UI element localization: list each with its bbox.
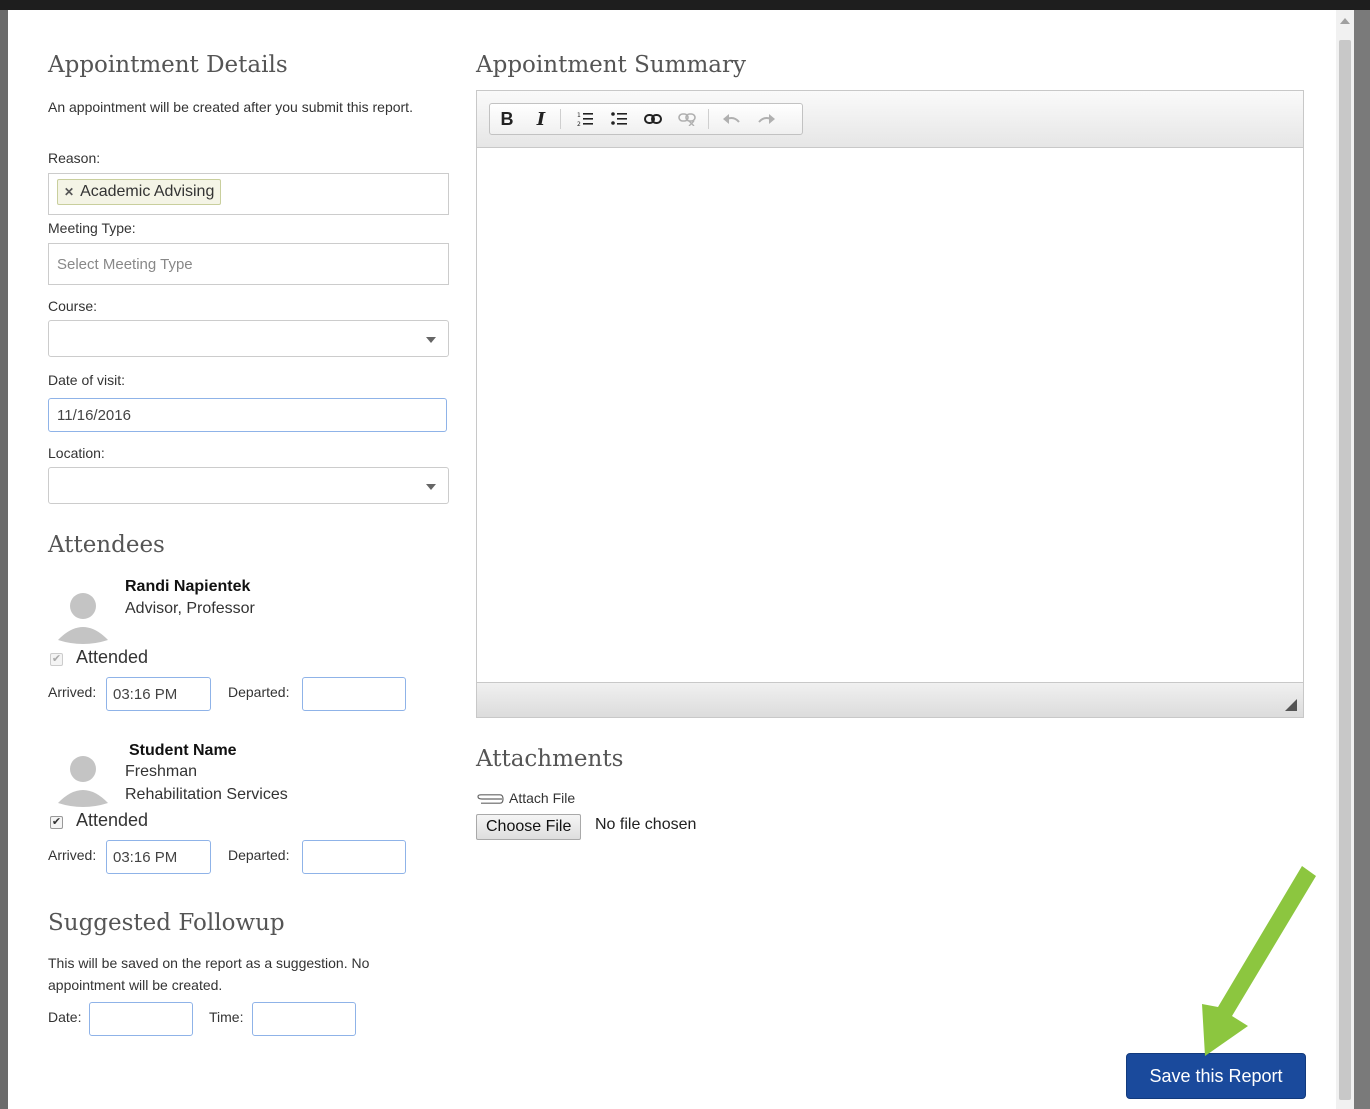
summary-editor[interactable]: B I 12 — [476, 90, 1304, 718]
course-dropdown[interactable] — [48, 320, 449, 357]
resize-handle-icon[interactable] — [1285, 699, 1297, 711]
attendee-name: Randi Napientek — [125, 578, 251, 595]
meeting-type-label: Meeting Type: — [48, 220, 136, 236]
departed-label: Departed: — [228, 684, 290, 700]
bullet-list-icon[interactable] — [602, 104, 636, 134]
attendee-class: Freshman — [125, 763, 198, 780]
followup-time-label: Time: — [209, 1009, 244, 1025]
details-heading: Appointment Details — [48, 52, 288, 78]
paperclip-icon — [477, 794, 504, 804]
arrived-time-value: 03:16 PM — [113, 848, 178, 866]
departed-time-input[interactable] — [302, 840, 406, 874]
editor-content-area[interactable] — [477, 148, 1303, 683]
scroll-thumb[interactable] — [1339, 40, 1351, 1100]
file-status-text: No file chosen — [595, 816, 697, 833]
avatar-placeholder-icon — [58, 593, 108, 644]
backdrop-top-bar — [0, 0, 1370, 10]
editor-button-group: B I 12 — [489, 103, 803, 135]
attended-checkbox[interactable]: ✔ — [50, 653, 63, 666]
attach-file-label: Attach File — [509, 790, 576, 806]
meeting-type-select[interactable]: Select Meeting Type — [48, 243, 449, 285]
backdrop-right — [1354, 10, 1370, 1109]
followup-time-input[interactable] — [252, 1002, 356, 1036]
arrived-time-input[interactable]: 03:16 PM — [106, 840, 211, 874]
attendee-department: Rehabilitation Services — [125, 786, 288, 803]
editor-toolbar: B I 12 — [477, 91, 1303, 148]
attendees-heading: Attendees — [48, 532, 165, 558]
undo-icon[interactable] — [714, 104, 748, 134]
departed-time-input[interactable] — [302, 677, 406, 711]
svg-text:1: 1 — [577, 112, 581, 119]
attended-label: Attended — [76, 647, 149, 667]
numbered-list-icon[interactable]: 12 — [568, 104, 602, 134]
attended-label: Attended — [76, 810, 149, 830]
reason-label: Reason: — [48, 150, 101, 166]
modal-scrollbar[interactable] — [1336, 10, 1354, 1109]
backdrop-left — [0, 10, 8, 1109]
date-of-visit-value: 11/16/2016 — [57, 406, 131, 424]
attended-checkbox[interactable]: ✔ — [50, 816, 63, 829]
editor-status-bar — [477, 682, 1303, 717]
toolbar-divider — [708, 109, 709, 129]
followup-heading: Suggested Followup — [48, 910, 285, 936]
location-dropdown[interactable] — [48, 467, 449, 504]
reason-tag-label: Academic Advising — [80, 183, 215, 200]
reason-select[interactable]: ✕ Academic Advising — [48, 173, 449, 215]
attendee-role: Advisor, Professor — [125, 600, 255, 617]
chevron-down-icon — [426, 336, 436, 343]
course-label: Course: — [48, 298, 98, 314]
italic-icon[interactable]: I — [524, 104, 558, 134]
remove-tag-icon[interactable]: ✕ — [64, 185, 74, 199]
redo-icon[interactable] — [750, 104, 784, 134]
chevron-down-icon — [426, 483, 436, 490]
arrived-label: Arrived: — [48, 684, 97, 700]
toolbar-divider — [560, 109, 561, 129]
date-of-visit-input[interactable]: 11/16/2016 — [48, 398, 447, 432]
save-report-button[interactable]: Save this Report — [1126, 1053, 1306, 1099]
attachments-heading: Attachments — [476, 746, 624, 772]
scroll-up-icon[interactable] — [1340, 18, 1350, 24]
departed-label: Departed: — [228, 847, 290, 863]
arrived-time-input[interactable]: 03:16 PM — [106, 677, 211, 711]
attendee-name: Student Name — [129, 742, 237, 759]
choose-file-button[interactable]: Choose File — [476, 814, 582, 840]
bold-icon[interactable]: B — [490, 104, 524, 134]
svg-text:2: 2 — [577, 121, 581, 127]
followup-note: This will be saved on the report as a su… — [48, 955, 370, 993]
date-of-visit-label: Date of visit: — [48, 372, 126, 388]
avatar-placeholder-icon — [58, 756, 108, 807]
details-note: An appointment will be created after you… — [48, 99, 413, 115]
meeting-type-placeholder: Select Meeting Type — [57, 255, 193, 273]
unlink-icon[interactable] — [670, 104, 704, 134]
summary-heading: Appointment Summary — [476, 52, 746, 78]
followup-date-label: Date: — [48, 1009, 82, 1025]
arrived-time-value: 03:16 PM — [113, 685, 178, 703]
reason-tag: ✕ Academic Advising — [57, 179, 222, 205]
arrived-label: Arrived: — [48, 847, 97, 863]
link-icon[interactable] — [636, 104, 670, 134]
location-label: Location: — [48, 445, 105, 461]
followup-date-input[interactable] — [89, 1002, 193, 1036]
report-modal: Appointment Details An appointment will … — [8, 10, 1336, 1109]
